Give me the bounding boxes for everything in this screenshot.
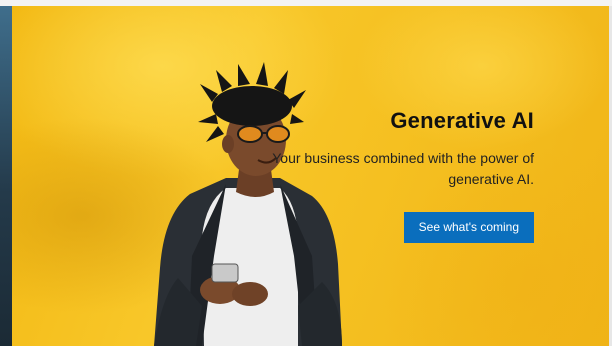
hero-banner: Generative AI Your business combined wit… [12, 6, 609, 346]
hero-subtitle-line1: Your business combined with the power of [272, 150, 534, 166]
hero-subtitle-line2: generative AI. [448, 171, 534, 187]
hero-subtitle: Your business combined with the power of… [222, 148, 534, 190]
hero-title: Generative AI [390, 108, 534, 133]
adjacent-slide-edge [0, 6, 12, 346]
hero-text-block: Generative AI Your business combined wit… [222, 108, 534, 243]
see-whats-coming-button[interactable]: See what's coming [403, 212, 534, 243]
page-frame: Generative AI Your business combined wit… [0, 0, 612, 346]
